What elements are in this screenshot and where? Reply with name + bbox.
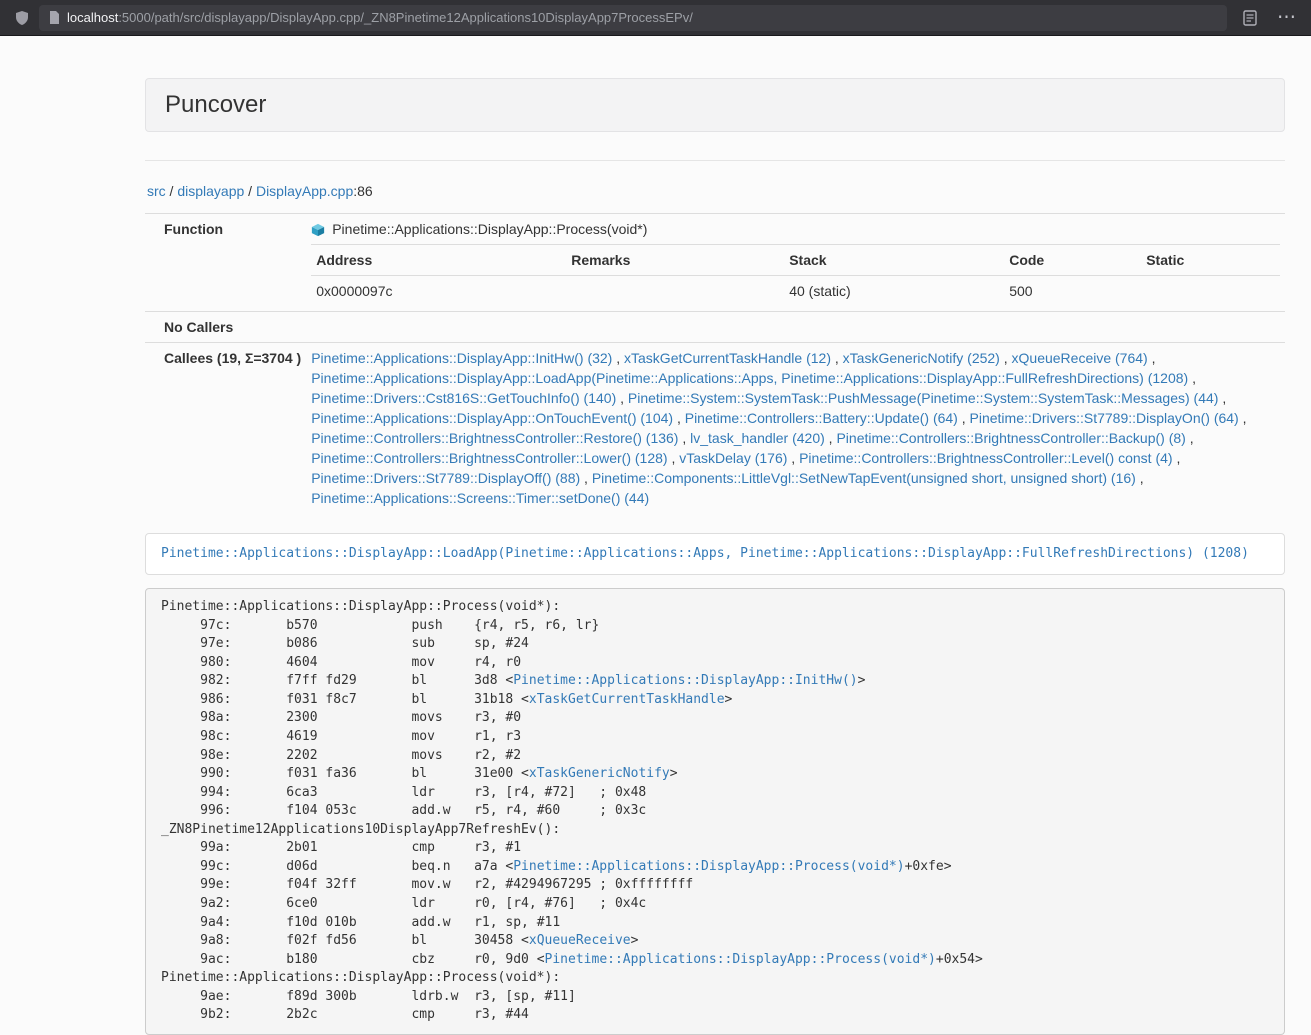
callee-link[interactable]: Pinetime::Drivers::Cst816S::GetTouchInfo… xyxy=(311,390,616,406)
symbol-link[interactable]: Pinetime::Applications::DisplayApp::Init… xyxy=(513,673,857,688)
callee-link[interactable]: vTaskDelay (176) xyxy=(679,450,787,466)
page-content: Puncover src / displayapp / DisplayApp.c… xyxy=(145,36,1285,1035)
callee-link[interactable]: Pinetime::Controllers::BrightnessControl… xyxy=(799,450,1172,466)
url-bar[interactable]: localhost:5000/path/src/displayapp/Displ… xyxy=(39,5,1227,31)
callee-link[interactable]: xQueueReceive (764) xyxy=(1012,350,1148,366)
callees-list: Pinetime::Applications::DisplayApp::Init… xyxy=(306,343,1285,514)
col-header-stack: Stack xyxy=(784,245,1004,276)
callee-link[interactable]: Pinetime::Drivers::St7789::DisplayOff() … xyxy=(311,470,580,486)
callee-link[interactable]: Pinetime::Controllers::BrightnessControl… xyxy=(311,430,678,446)
reader-mode-button[interactable] xyxy=(1236,4,1264,32)
remarks-value xyxy=(566,276,784,307)
page-icon xyxy=(49,11,60,24)
breadcrumb: src / displayapp / DisplayApp.cpp:86 xyxy=(147,181,1285,201)
symbol-link[interactable]: Pinetime::Applications::DisplayApp::Proc… xyxy=(513,859,904,874)
callee-link[interactable]: Pinetime::Applications::DisplayApp::Load… xyxy=(311,370,1188,386)
url-host: localhost xyxy=(67,10,118,25)
col-header-address: Address xyxy=(311,245,566,276)
callee-link[interactable]: Pinetime::Drivers::St7789::DisplayOn() (… xyxy=(970,410,1239,426)
function-table: Function Pinetime::Applications::Display… xyxy=(145,213,1285,513)
callee-link[interactable]: Pinetime::Applications::DisplayApp::Init… xyxy=(311,350,612,366)
callee-link[interactable]: Pinetime::Controllers::BrightnessControl… xyxy=(311,450,667,466)
highlighted-symbol-link[interactable]: Pinetime::Applications::DisplayApp::Load… xyxy=(161,546,1249,561)
callee-link[interactable]: xTaskGenericNotify (252) xyxy=(843,350,1000,366)
stats-data-row: 0x0000097c 40 (static) 500 xyxy=(311,276,1280,307)
col-header-remarks: Remarks xyxy=(566,245,784,276)
callee-link[interactable]: Pinetime::Controllers::Battery::Update()… xyxy=(685,410,958,426)
divider xyxy=(145,160,1285,161)
callee-link[interactable]: Pinetime::Controllers::BrightnessControl… xyxy=(836,430,1185,446)
symbol-link[interactable]: xTaskGetCurrentTaskHandle xyxy=(529,692,725,707)
function-icon xyxy=(311,223,325,237)
stats-header-row: Address Remarks Stack Code Static xyxy=(311,245,1280,276)
reader-mode-icon xyxy=(1242,10,1258,26)
breadcrumb-link[interactable]: DisplayApp.cpp xyxy=(256,183,353,199)
callees-row: Callees (19, Σ=3704 ) Pinetime::Applicat… xyxy=(145,343,1285,514)
page-title: Puncover xyxy=(165,91,1265,119)
url-text: localhost:5000/path/src/displayapp/Displ… xyxy=(67,10,693,25)
symbol-link[interactable]: xTaskGenericNotify xyxy=(529,766,670,781)
function-row-label: Function xyxy=(145,214,306,312)
highlighted-symbol-panel: Pinetime::Applications::DisplayApp::Load… xyxy=(145,533,1285,575)
disassembly-code: Pinetime::Applications::DisplayApp::Proc… xyxy=(145,588,1285,1035)
address-value: 0x0000097c xyxy=(311,276,566,307)
callee-link[interactable]: lv_task_handler (420) xyxy=(690,430,825,446)
static-value xyxy=(1141,276,1280,307)
code-value: 500 xyxy=(1004,276,1141,307)
browser-toolbar: localhost:5000/path/src/displayapp/Displ… xyxy=(0,0,1311,36)
function-name: Pinetime::Applications::DisplayApp::Proc… xyxy=(332,219,647,239)
symbol-link[interactable]: xQueueReceive xyxy=(529,933,631,948)
no-callers-label: No Callers xyxy=(145,312,306,343)
callee-link[interactable]: Pinetime::System::SystemTask::PushMessag… xyxy=(628,390,1219,406)
col-header-code: Code xyxy=(1004,245,1141,276)
stack-value: 40 (static) xyxy=(784,276,1004,307)
callee-link[interactable]: Pinetime::Applications::DisplayApp::OnTo… xyxy=(311,410,673,426)
callees-label: Callees (19, Σ=3704 ) xyxy=(145,343,306,514)
callee-link[interactable]: xTaskGetCurrentTaskHandle (12) xyxy=(624,350,831,366)
breadcrumb-link[interactable]: displayapp xyxy=(177,183,244,199)
no-callers-row: No Callers xyxy=(145,312,1285,343)
app-header-panel: Puncover xyxy=(145,78,1285,132)
stats-table: Address Remarks Stack Code Static 0x0000… xyxy=(311,244,1280,306)
symbol-link[interactable]: Pinetime::Applications::DisplayApp::Proc… xyxy=(545,952,936,967)
tracking-shield-icon[interactable] xyxy=(14,10,30,26)
col-header-static: Static xyxy=(1141,245,1280,276)
callee-link[interactable]: Pinetime::Components::LittleVgl::SetNewT… xyxy=(592,470,1136,486)
function-row: Function Pinetime::Applications::Display… xyxy=(145,214,1285,312)
breadcrumb-link[interactable]: src xyxy=(147,183,166,199)
callee-link[interactable]: Pinetime::Applications::Screens::Timer::… xyxy=(311,490,649,506)
overflow-menu-icon: ⋯ xyxy=(1277,8,1297,27)
overflow-menu-button[interactable]: ⋯ xyxy=(1273,4,1301,32)
url-path: :5000/path/src/displayapp/DisplayApp.cpp… xyxy=(118,10,693,25)
